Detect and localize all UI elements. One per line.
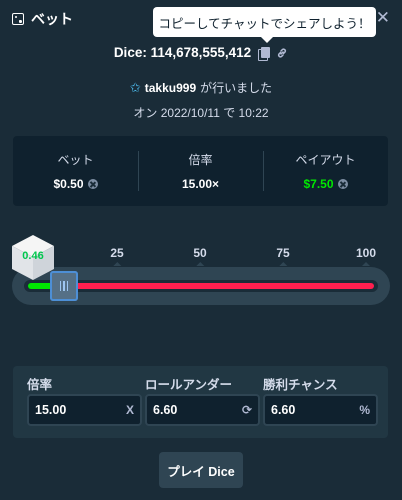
- roll-under-input[interactable]: 6.60 ⟳: [145, 394, 260, 426]
- win-chance-input[interactable]: 6.60 %: [263, 394, 378, 426]
- slider-ticks: 0 25 50 75 100: [0, 246, 402, 260]
- stat-payout-label: ペイアウト: [295, 153, 356, 167]
- stat-bet-amount: $0.50: [53, 177, 84, 191]
- player-row: ✩ takku999 が行いました: [0, 79, 402, 96]
- stat-multiplier: 倍率 15.00×: [138, 151, 263, 191]
- stat-bet-value: $0.50: [53, 177, 98, 191]
- roll-under-label: ロールアンダー: [145, 378, 233, 392]
- link-icon[interactable]: [276, 47, 288, 59]
- roll-under-value: 6.60: [153, 403, 178, 417]
- stat-multiplier-value: 15.00×: [181, 177, 220, 191]
- modal-title: ベット: [31, 11, 73, 27]
- win-chance-control: 勝利チャンス 6.60 %: [263, 374, 378, 426]
- multiplier-control: 倍率 15.00 X: [27, 374, 142, 426]
- roll-under-control: ロールアンダー 6.60 ⟳: [145, 374, 260, 426]
- refresh-icon[interactable]: ⟳: [242, 403, 252, 417]
- win-chance-value: 6.60: [271, 403, 296, 417]
- currency-icon: [337, 179, 348, 189]
- tick-75: 75: [276, 246, 290, 260]
- bet-id-row: Dice: 114,678,555,412: [0, 45, 402, 61]
- win-chance-label: 勝利チャンス: [263, 378, 338, 392]
- bet-stats: ベット $0.50 倍率 15.00× ペイアウト $7.50: [13, 136, 388, 206]
- player-suffix: が行いました: [200, 81, 273, 95]
- multiplier-label: 倍率: [27, 378, 53, 392]
- bet-id: Dice: 114,678,555,412: [113, 45, 252, 60]
- result-value: 0.46: [22, 250, 44, 262]
- player-name[interactable]: takku999: [145, 81, 196, 95]
- stat-bet-label: ベット: [57, 153, 94, 167]
- close-icon[interactable]: ✕: [376, 9, 390, 27]
- tick-25: 25: [110, 246, 124, 260]
- dice-icon: [12, 13, 24, 25]
- bet-date: オン 2022/10/11 で 10:22: [133, 106, 269, 120]
- result-dice: 0.46: [8, 232, 58, 282]
- tick-100: 100: [355, 246, 377, 260]
- multiplier-input[interactable]: 15.00 X: [27, 394, 142, 426]
- stat-bet: ベット $0.50: [13, 151, 138, 191]
- copy-icon[interactable]: [258, 47, 271, 61]
- star-icon: ✩: [129, 79, 141, 95]
- multiplier-x-icon: X: [125, 403, 134, 417]
- percent-icon: %: [359, 403, 370, 417]
- lose-range: [54, 283, 374, 289]
- currency-icon: [87, 179, 98, 189]
- modal-header: ベット: [12, 10, 73, 28]
- dice-controls: 倍率 15.00 X ロールアンダー 6.60 ⟳ 勝利チャンス 6.60 %: [13, 366, 388, 438]
- share-tooltip: コピーしてチャットでシェアしよう！: [153, 7, 376, 43]
- stat-payout: ペイアウト $7.50: [263, 151, 388, 191]
- tick-50: 50: [193, 246, 207, 260]
- stat-multiplier-label: 倍率: [188, 153, 213, 167]
- play-dice-button[interactable]: プレイ Dice: [159, 452, 243, 488]
- multiplier-value: 15.00: [35, 403, 67, 417]
- stat-payout-amount: $7.50: [303, 177, 334, 191]
- stat-payout-value: $7.50: [303, 177, 348, 191]
